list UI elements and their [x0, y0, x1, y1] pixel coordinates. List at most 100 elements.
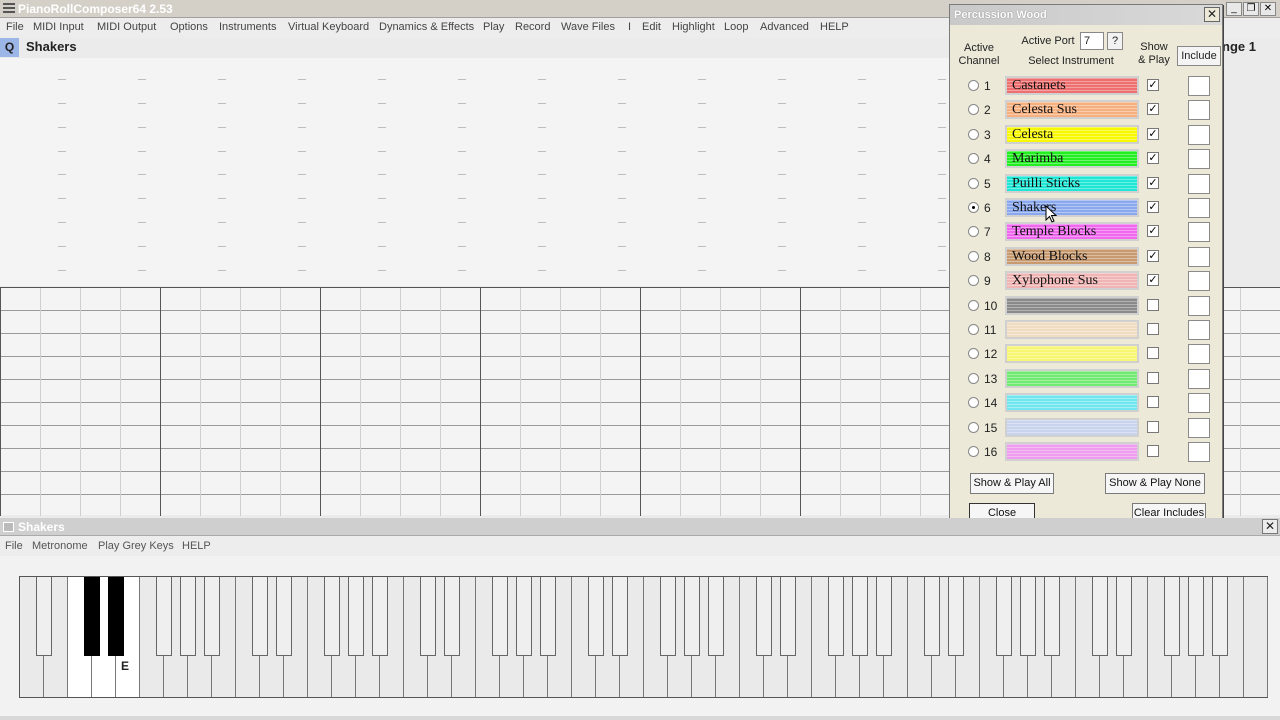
- include-box[interactable]: [1188, 344, 1210, 365]
- include-box[interactable]: [1188, 149, 1210, 170]
- menu-advanced[interactable]: Advanced: [760, 21, 809, 33]
- include-button[interactable]: Include: [1177, 46, 1221, 66]
- track-quick-key[interactable]: Q: [0, 38, 19, 57]
- include-box[interactable]: [1188, 393, 1210, 414]
- kb-menu-file[interactable]: File: [5, 540, 23, 552]
- black-key[interactable]: [1164, 577, 1180, 656]
- active-channel-radio[interactable]: [968, 202, 979, 213]
- black-key[interactable]: [924, 577, 940, 656]
- menu-play[interactable]: Play: [483, 21, 504, 33]
- select-instrument-button[interactable]: Temple Blocks: [1005, 222, 1139, 242]
- black-key[interactable]: [588, 577, 604, 656]
- black-key[interactable]: [492, 577, 508, 656]
- show-play-checkbox[interactable]: [1147, 298, 1159, 311]
- active-port-field[interactable]: 7: [1080, 32, 1104, 50]
- black-key[interactable]: [1044, 577, 1060, 656]
- show-play-checkbox[interactable]: ✓: [1147, 225, 1159, 238]
- black-key[interactable]: [660, 577, 676, 656]
- black-key[interactable]: [876, 577, 892, 656]
- select-instrument-button[interactable]: Xylophone Sus: [1005, 271, 1139, 291]
- active-channel-radio[interactable]: [968, 299, 979, 311]
- show-play-checkbox[interactable]: ✓: [1147, 274, 1159, 287]
- include-box[interactable]: [1188, 246, 1210, 267]
- black-key[interactable]: [372, 577, 388, 656]
- show-play-checkbox[interactable]: ✓: [1147, 79, 1159, 91]
- select-instrument-button[interactable]: Castanets: [1005, 76, 1139, 95]
- active-channel-radio[interactable]: [968, 397, 979, 409]
- select-instrument-button[interactable]: [1005, 417, 1139, 437]
- black-key[interactable]: [276, 577, 292, 656]
- black-key[interactable]: [156, 577, 172, 656]
- active-channel-radio[interactable]: [968, 275, 979, 287]
- active-channel-radio[interactable]: [968, 348, 979, 360]
- show-play-checkbox[interactable]: [1147, 323, 1159, 335]
- show-play-checkbox[interactable]: ✓: [1147, 152, 1159, 165]
- black-key[interactable]: [540, 577, 556, 656]
- show-play-checkbox[interactable]: [1147, 420, 1159, 433]
- black-key[interactable]: [180, 577, 196, 656]
- black-key[interactable]: [84, 577, 100, 656]
- menu-edit[interactable]: Edit: [642, 21, 661, 33]
- select-instrument-button[interactable]: Marimba: [1005, 149, 1139, 169]
- show-play-checkbox[interactable]: [1147, 396, 1159, 409]
- menu-help[interactable]: HELP: [820, 21, 849, 33]
- select-instrument-button[interactable]: Celesta: [1005, 124, 1139, 144]
- include-box[interactable]: [1188, 417, 1210, 438]
- active-channel-radio[interactable]: [968, 250, 979, 262]
- menu-loop[interactable]: Loop: [724, 21, 748, 33]
- select-instrument-button[interactable]: [1005, 442, 1139, 461]
- black-key[interactable]: [108, 577, 124, 656]
- help-button[interactable]: ?: [1107, 32, 1123, 50]
- menu-highlight[interactable]: Highlight: [672, 21, 715, 33]
- black-key[interactable]: [252, 577, 268, 656]
- minimize-icon[interactable]: _: [1226, 2, 1242, 16]
- black-key[interactable]: [444, 577, 460, 656]
- show-play-checkbox[interactable]: ✓: [1147, 176, 1159, 189]
- menu-midi-output[interactable]: MIDI Output: [97, 21, 156, 33]
- virtual-keyboard[interactable]: [19, 576, 1268, 698]
- include-box[interactable]: [1188, 368, 1210, 389]
- menu-i[interactable]: I: [628, 21, 631, 33]
- show-play-checkbox[interactable]: [1147, 371, 1159, 384]
- select-instrument-button[interactable]: [1005, 344, 1139, 364]
- kb-menu-metronome[interactable]: Metronome: [32, 540, 88, 552]
- active-channel-radio[interactable]: [968, 226, 979, 238]
- menu-virtual-keyboard[interactable]: Virtual Keyboard: [288, 21, 369, 33]
- select-instrument-button[interactable]: [1005, 393, 1139, 413]
- menu-options[interactable]: Options: [170, 21, 208, 33]
- active-channel-radio[interactable]: [968, 104, 979, 116]
- app-menu-icon[interactable]: [3, 3, 15, 13]
- select-instrument-button[interactable]: Wood Blocks: [1005, 246, 1139, 266]
- black-key[interactable]: [684, 577, 700, 656]
- include-box[interactable]: [1188, 442, 1210, 462]
- menu-midi-input[interactable]: MIDI Input: [33, 21, 84, 33]
- include-box[interactable]: [1188, 76, 1210, 96]
- include-box[interactable]: [1188, 295, 1210, 316]
- select-instrument-button[interactable]: Celesta Sus: [1005, 100, 1139, 120]
- show-play-checkbox[interactable]: [1147, 347, 1159, 360]
- active-channel-radio[interactable]: [968, 372, 979, 384]
- black-key[interactable]: [420, 577, 436, 656]
- include-box[interactable]: [1188, 222, 1210, 243]
- select-instrument-button[interactable]: [1005, 368, 1139, 388]
- menu-wave-files[interactable]: Wave Files: [561, 21, 615, 33]
- active-channel-radio[interactable]: [968, 153, 979, 165]
- show-play-checkbox[interactable]: ✓: [1147, 249, 1159, 262]
- keyboard-close-icon[interactable]: ✕: [1262, 519, 1278, 534]
- include-box[interactable]: [1188, 173, 1210, 194]
- select-instrument-button[interactable]: [1005, 320, 1139, 339]
- show-play-none-button[interactable]: Show & Play None: [1105, 473, 1205, 494]
- black-key[interactable]: [612, 577, 628, 656]
- black-key[interactable]: [348, 577, 364, 656]
- close-icon[interactable]: ✕: [1260, 2, 1276, 16]
- black-key[interactable]: [756, 577, 772, 656]
- black-key[interactable]: [828, 577, 844, 656]
- menu-record[interactable]: Record: [515, 21, 550, 33]
- show-play-checkbox[interactable]: ✓: [1147, 103, 1159, 116]
- black-key[interactable]: [780, 577, 796, 656]
- active-channel-radio[interactable]: [968, 128, 979, 140]
- black-key[interactable]: [204, 577, 220, 656]
- select-instrument-button[interactable]: Shakers: [1005, 198, 1139, 217]
- black-key[interactable]: [1116, 577, 1132, 656]
- black-key[interactable]: [852, 577, 868, 656]
